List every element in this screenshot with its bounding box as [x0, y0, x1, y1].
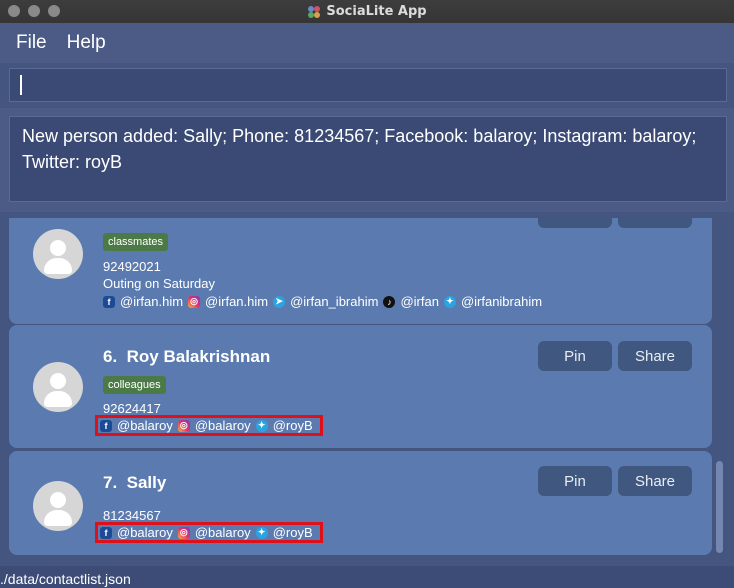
phone-number: 92492021: [103, 259, 161, 274]
pin-button[interactable]: Pin: [538, 341, 612, 371]
facebook-icon: f: [100, 419, 112, 432]
social-handles: f @balaroy ◎ @balaroy ✦ @royB: [95, 415, 323, 436]
instagram-handle: @balaroy: [194, 525, 251, 540]
person-card[interactable]: 6. Roy Balakrishnan Pin Share colleagues…: [9, 325, 712, 448]
status-bar: ./data/contactlist.json: [0, 566, 734, 588]
person-index: 7.: [103, 473, 118, 492]
twitter-handle: @royB: [272, 525, 313, 540]
telegram-handle: @irfan_ibrahim: [290, 294, 379, 309]
twitter-handle: @royB: [272, 418, 313, 433]
instagram-icon: ◎: [177, 526, 190, 539]
share-button[interactable]: Share: [618, 466, 692, 496]
twitter-icon: ✦: [255, 419, 268, 432]
avatar: [33, 481, 83, 531]
share-button[interactable]: Share: [618, 341, 692, 371]
result-panel: New person added: Sally; Phone: 81234567…: [0, 108, 734, 212]
text-cursor: [20, 75, 22, 95]
person-name-text: Roy Balakrishnan: [126, 347, 271, 366]
pin-button-partial[interactable]: [538, 218, 612, 228]
zoom-window-button[interactable]: [48, 5, 60, 17]
facebook-handle: @balaroy: [117, 418, 173, 433]
person-card[interactable]: classmates 92492021 Outing on Saturday f…: [9, 218, 712, 324]
person-index: 6.: [103, 347, 118, 366]
facebook-icon: f: [100, 526, 112, 539]
facebook-handle: @irfan.him: [120, 294, 184, 309]
tag-badge: classmates: [103, 233, 169, 251]
facebook-handle: @balaroy: [117, 525, 173, 540]
instagram-icon: ◎: [188, 295, 201, 308]
person-name: 6. Roy Balakrishnan: [103, 347, 270, 367]
person-card[interactable]: 7. Sally Pin Share 81234567 f @balaroy ◎ @…: [9, 451, 712, 555]
person-list[interactable]: classmates 92492021 Outing on Saturday f…: [0, 218, 734, 565]
phone-number: 92624417: [103, 401, 161, 416]
social-handles: f @irfan.him ◎ @irfan.him ➤ @irfan_ibrahim …: [103, 294, 547, 309]
command-input[interactable]: [9, 68, 727, 102]
person-name: 7. Sally: [103, 473, 166, 493]
twitter-icon: ✦: [255, 526, 268, 539]
tiktok-icon: ♪: [383, 295, 396, 308]
list-scrollbar[interactable]: [716, 461, 723, 553]
social-handles: f @balaroy ◎ @balaroy ✦ @royB: [95, 522, 323, 543]
twitter-handle: @irfanibrahim: [460, 294, 543, 309]
person-name-text: Sally: [126, 473, 167, 492]
window-title-text: SociaLite App: [326, 4, 427, 19]
avatar: [33, 229, 83, 279]
pin-button[interactable]: Pin: [538, 466, 612, 496]
tag-badge: colleagues: [103, 376, 166, 394]
share-button-partial[interactable]: [618, 218, 692, 228]
telegram-icon: ➤: [273, 295, 286, 308]
menu-bar: File Help: [0, 23, 734, 63]
phone-number: 81234567: [103, 508, 161, 523]
tiktok-handle: @irfan: [400, 294, 439, 309]
menu-file[interactable]: File: [16, 32, 47, 54]
data-file-path: ./data/contactlist.json: [0, 571, 131, 587]
window-title: SociaLite App: [307, 4, 427, 19]
title-bar: SociaLite App: [0, 0, 734, 23]
minimize-window-button[interactable]: [28, 5, 40, 17]
instagram-icon: ◎: [177, 419, 190, 432]
menu-help[interactable]: Help: [67, 32, 106, 54]
window-controls: [8, 5, 60, 17]
instagram-handle: @irfan.him: [205, 294, 269, 309]
instagram-handle: @balaroy: [194, 418, 251, 433]
app-logo-icon: [308, 5, 321, 18]
close-window-button[interactable]: [8, 5, 20, 17]
facebook-icon: f: [103, 295, 115, 308]
twitter-icon: ✦: [443, 295, 456, 308]
avatar: [33, 362, 83, 412]
remark: Outing on Saturday: [103, 276, 216, 291]
result-display: New person added: Sally; Phone: 81234567…: [9, 116, 727, 202]
